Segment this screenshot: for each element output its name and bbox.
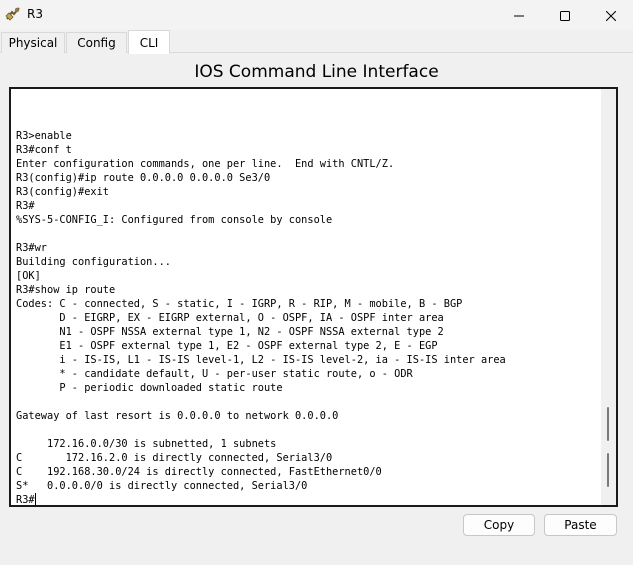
- page-title: IOS Command Line Interface: [194, 62, 439, 82]
- console-line: C 172.16.2.0 is directly connected, Seri…: [16, 452, 333, 464]
- console-line: 172.16.0.0/30 is subnetted, 1 subnets: [46, 438, 277, 450]
- console-lines: R3>enable R3#conf t Enter configuration …: [16, 130, 506, 492]
- console-line: Enter configuration commands, one per li…: [16, 158, 395, 170]
- scrollbar-thumb-upper[interactable]: [607, 407, 609, 441]
- minimize-button[interactable]: [496, 0, 542, 30]
- console-line: R3#: [16, 200, 35, 212]
- console-line: R3#wr: [16, 242, 47, 254]
- console-line: * - candidate default, U - per-user stat…: [59, 368, 413, 380]
- console-line: Building configuration...: [16, 256, 171, 268]
- console-line: R3(config)#ip route 0.0.0.0 0.0.0.0 Se3/…: [16, 172, 271, 184]
- maximize-icon: [560, 6, 570, 25]
- tab-bar: Physical Config CLI: [0, 30, 633, 54]
- minimize-icon: [514, 6, 524, 25]
- close-button[interactable]: [588, 0, 633, 30]
- console-line: R3>enable: [16, 130, 72, 142]
- console-line: Gateway of last resort is 0.0.0.0 to net…: [16, 410, 339, 422]
- cli-console[interactable]: R3>enable R3#conf t Enter configuration …: [9, 87, 618, 507]
- close-icon: [605, 6, 617, 25]
- tab-config[interactable]: Config: [66, 32, 127, 53]
- title-bar[interactable]: R3: [0, 0, 633, 30]
- text-cursor: [34, 493, 36, 505]
- console-line: S* 0.0.0.0/0 is directly connected, Seri…: [16, 480, 308, 492]
- window-title: R3: [27, 7, 43, 21]
- console-line: C 192.168.30.0/24 is directly connected,…: [16, 466, 382, 478]
- cli-window: R3 Physical Config CLI IOS Command Line …: [0, 0, 633, 565]
- console-line: [OK]: [16, 270, 41, 282]
- paste-button[interactable]: Paste: [544, 514, 617, 536]
- console-line: P - periodic downloaded static route: [59, 382, 283, 394]
- scrollbar-thumb-lower[interactable]: [607, 453, 609, 487]
- tab-cli[interactable]: CLI: [128, 30, 170, 54]
- console-line: E1 - OSPF external type 1, E2 - OSPF ext…: [59, 340, 438, 352]
- console-line: Codes: C - connected, S - static, I - IG…: [16, 298, 463, 310]
- maximize-button[interactable]: [542, 0, 588, 30]
- tab-physical[interactable]: Physical: [1, 32, 65, 53]
- console-line: R3#show ip route: [16, 284, 116, 296]
- console-scrollbar[interactable]: [601, 89, 616, 505]
- console-line: R3(config)#exit: [16, 186, 109, 198]
- copy-button[interactable]: Copy: [463, 514, 535, 536]
- console-line: R3#conf t: [16, 144, 72, 156]
- console-output: R3>enable R3#conf t Enter configuration …: [16, 129, 506, 506]
- console-prompt: R3#: [16, 494, 35, 506]
- console-line: D - EIGRP, EX - EIGRP external, O - OSPF…: [59, 312, 444, 324]
- router-icon: [5, 6, 21, 22]
- console-line: N1 - OSPF NSSA external type 1, N2 - OSP…: [59, 326, 444, 338]
- console-line: %SYS-5-CONFIG_I: Configured from console…: [16, 214, 333, 226]
- console-line: i - IS-IS, L1 - IS-IS level-1, L2 - IS-I…: [59, 354, 506, 366]
